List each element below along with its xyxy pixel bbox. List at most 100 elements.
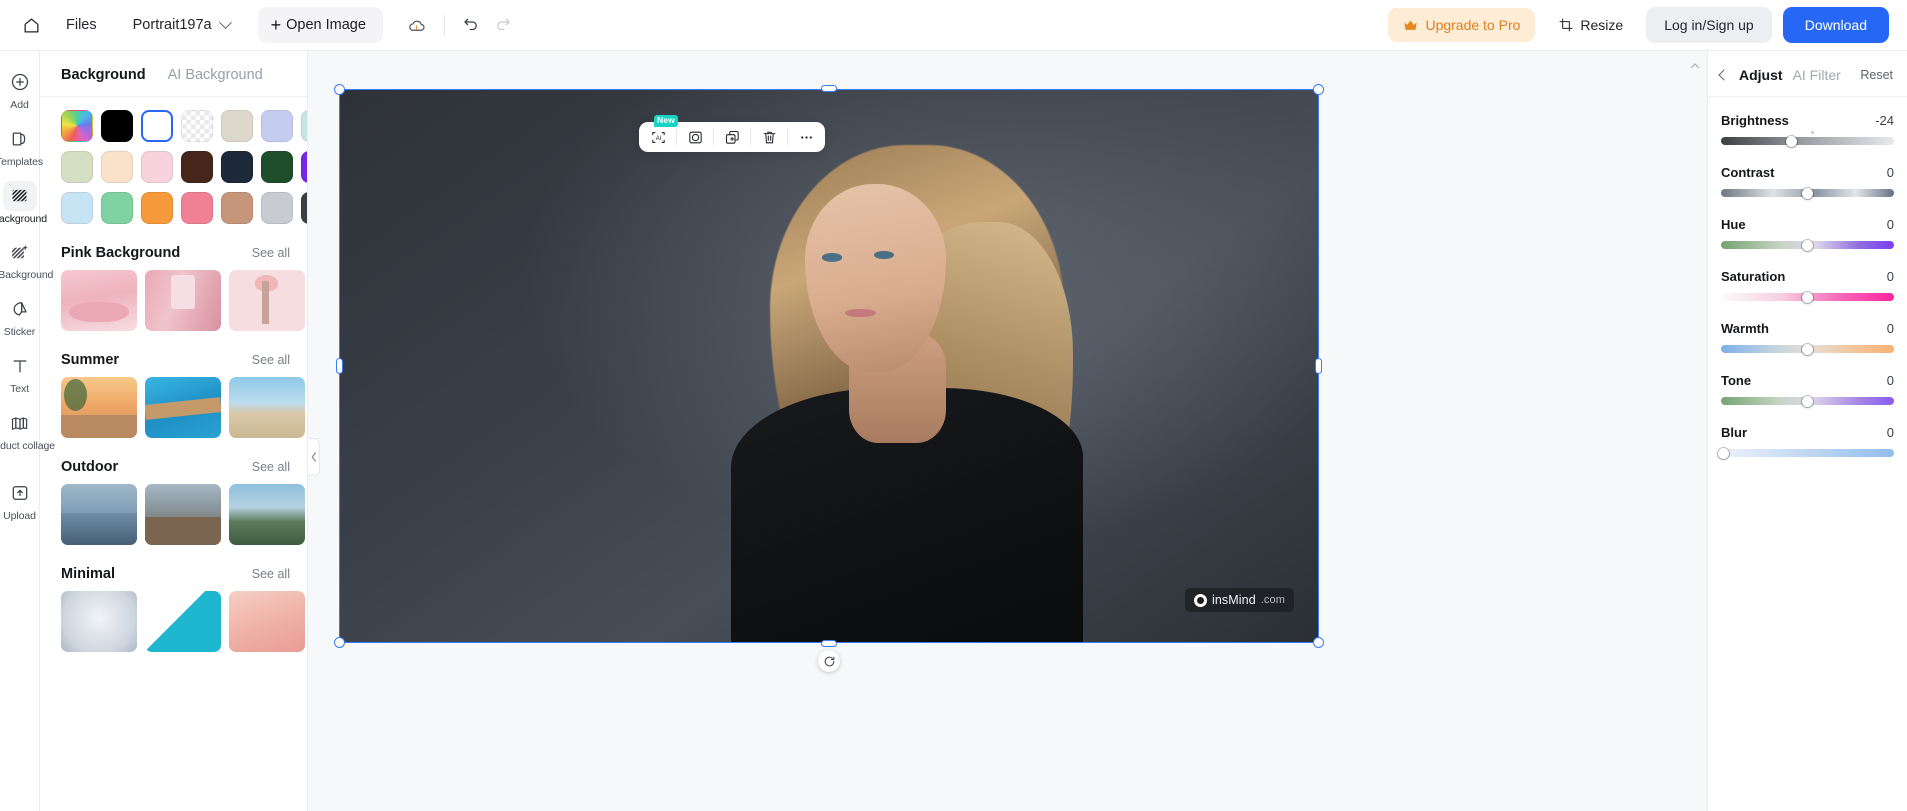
home-button[interactable]	[14, 8, 48, 42]
thumbnail-item[interactable]	[61, 270, 137, 331]
thumbnail-item[interactable]	[61, 484, 137, 545]
sidebar-item-add[interactable]: Add	[0, 61, 40, 116]
sidebar-item-product-collage[interactable]: Product collage	[0, 402, 55, 457]
delete-tool-button[interactable]	[754, 124, 784, 150]
cloud-save-button[interactable]	[400, 8, 434, 42]
document-name-dropdown[interactable]: Portrait197a	[121, 10, 242, 40]
slider-knob-brightness[interactable]	[1786, 135, 1798, 147]
swatch-forest-green[interactable]	[261, 151, 293, 183]
slider-knob-saturation[interactable]	[1802, 291, 1813, 303]
thumbnail-item[interactable]	[61, 377, 137, 438]
selected-image-object[interactable]: insMind .com	[334, 84, 1324, 672]
tab-ai-background[interactable]: AI Background	[168, 67, 263, 83]
upgrade-to-pro-button[interactable]: Upgrade to Pro	[1388, 8, 1536, 42]
insmind-logo-icon	[1193, 593, 1207, 607]
login-signup-button[interactable]: Log in/Sign up	[1646, 7, 1772, 43]
resize-handle-top-left[interactable]	[334, 84, 345, 95]
slider-track-saturation[interactable]	[1721, 291, 1894, 303]
slider-knob-blur[interactable]	[1718, 447, 1730, 459]
resize-handle-bottom-right[interactable]	[1313, 637, 1324, 648]
slider-track-brightness[interactable]	[1721, 131, 1894, 147]
swatch-navy[interactable]	[221, 151, 253, 183]
sidebar-item-templates[interactable]: Templates	[0, 118, 43, 173]
swatch-black[interactable]	[101, 110, 133, 142]
sidebar-item-ai-background[interactable]: AI Background	[0, 231, 53, 286]
see-all-minimal[interactable]: See all	[252, 567, 290, 581]
tab-adjust[interactable]: Adjust	[1739, 67, 1783, 83]
sidebar-item-sticker[interactable]: Sticker	[0, 288, 40, 343]
cloud-upload-icon	[407, 16, 426, 35]
thumbnail-item[interactable]	[145, 270, 221, 331]
sidebar-item-background[interactable]: Background	[0, 175, 47, 230]
swatch-light-gray[interactable]	[261, 192, 293, 224]
see-all-summer[interactable]: See all	[252, 353, 290, 367]
slider-track-blur[interactable]	[1718, 447, 1894, 459]
tab-ai-filter[interactable]: AI Filter	[1793, 67, 1841, 83]
slider-track-warmth[interactable]	[1721, 343, 1894, 355]
slider-track-tone[interactable]	[1721, 395, 1894, 407]
sidebar-item-upload[interactable]: Upload	[0, 472, 40, 527]
thumbnail-item[interactable]	[145, 484, 221, 545]
slider-track-contrast[interactable]	[1721, 187, 1894, 199]
reset-button[interactable]: Reset	[1860, 68, 1893, 82]
download-button[interactable]: Download	[1782, 7, 1889, 43]
thumbnail-item[interactable]	[145, 377, 221, 438]
slider-knob-warmth[interactable]	[1802, 343, 1813, 355]
tab-background[interactable]: Background	[61, 67, 146, 83]
swatch-mint[interactable]	[301, 110, 307, 142]
see-all-outdoor[interactable]: See all	[252, 460, 290, 474]
swatch-sage[interactable]	[61, 151, 93, 183]
scroll-up-arrow-icon[interactable]	[1689, 60, 1701, 72]
see-all-pink-background[interactable]: See all	[252, 246, 290, 260]
swatch-orange[interactable]	[141, 192, 173, 224]
open-image-button[interactable]: + Open Image	[257, 7, 383, 43]
thumbnail-item[interactable]	[229, 270, 305, 331]
swatch-transparent[interactable]	[181, 110, 213, 142]
background-panel-scroll[interactable]: Pink Background See all Summer See all O…	[40, 97, 307, 811]
resize-handle-left-center[interactable]	[336, 358, 343, 374]
thumbnail-item[interactable]	[229, 484, 305, 545]
swatch-beige[interactable]	[221, 110, 253, 142]
duplicate-tool-button[interactable]	[717, 124, 747, 150]
swatch-cream[interactable]	[101, 151, 133, 183]
resize-button[interactable]: Resize	[1546, 8, 1635, 42]
canvas-area[interactable]: insMind .com New AI	[308, 51, 1707, 811]
undo-button[interactable]	[455, 9, 487, 41]
resize-handle-top-center[interactable]	[821, 85, 837, 92]
thumbnail-item[interactable]	[229, 591, 305, 652]
plus-circle-icon	[3, 67, 37, 97]
swatch-green[interactable]	[101, 192, 133, 224]
panel-collapse-handle[interactable]	[308, 438, 320, 476]
more-tool-button[interactable]	[791, 124, 821, 150]
resize-handle-top-right[interactable]	[1313, 84, 1324, 95]
swatch-rainbow[interactable]	[61, 110, 93, 142]
swatch-periwinkle[interactable]	[261, 110, 293, 142]
sidebar-item-text[interactable]: Text	[0, 345, 40, 400]
swatch-pale-blue[interactable]	[61, 192, 93, 224]
swatch-rose[interactable]	[181, 192, 213, 224]
resize-icon	[1558, 17, 1574, 33]
redo-button[interactable]	[487, 9, 519, 41]
slider-knob-hue[interactable]	[1802, 239, 1813, 251]
back-chevron-icon[interactable]	[1718, 69, 1730, 81]
swatch-dark-brown[interactable]	[181, 151, 213, 183]
slider-knob-tone[interactable]	[1802, 395, 1813, 407]
resize-handle-bottom-center[interactable]	[821, 640, 837, 647]
resize-handle-right-center[interactable]	[1315, 358, 1322, 374]
rotate-handle[interactable]	[818, 650, 840, 672]
slider-label-row: Tone 0	[1721, 373, 1894, 388]
swatch-blush-pink[interactable]	[141, 151, 173, 183]
thumbnail-item[interactable]	[145, 591, 221, 652]
swatch-tan[interactable]	[221, 192, 253, 224]
swatch-violet[interactable]	[301, 151, 307, 183]
thumbnail-item[interactable]	[229, 377, 305, 438]
files-menu-button[interactable]: Files	[48, 10, 115, 40]
swatch-white-selected[interactable]	[141, 110, 173, 142]
ai-edit-tool-button[interactable]: New AI	[643, 115, 678, 150]
shadow-tool-button[interactable]	[680, 124, 710, 150]
slider-track-hue[interactable]	[1721, 239, 1894, 251]
thumbnail-item[interactable]	[61, 591, 137, 652]
resize-handle-bottom-left[interactable]	[334, 637, 345, 648]
slider-knob-contrast[interactable]	[1802, 187, 1813, 199]
swatch-charcoal[interactable]	[301, 192, 307, 224]
